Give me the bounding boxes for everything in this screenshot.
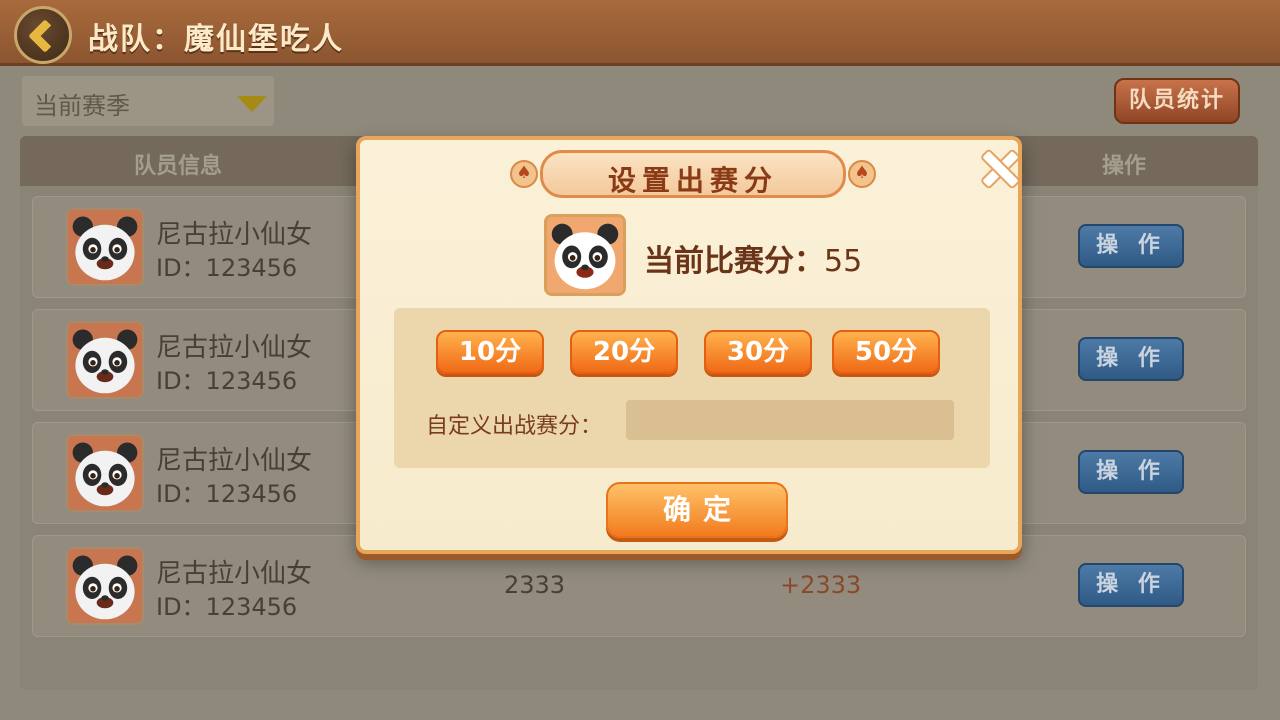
avatar bbox=[544, 214, 626, 296]
close-icon[interactable] bbox=[978, 146, 1018, 186]
dropdown-triangle-icon bbox=[237, 96, 267, 112]
current-score-label: 当前比赛分： bbox=[644, 244, 824, 279]
dialog-title: 设置出赛分 bbox=[607, 164, 778, 197]
back-button[interactable] bbox=[14, 6, 72, 64]
panda-avatar bbox=[68, 323, 142, 397]
member-nickname: 尼古拉小仙女 bbox=[156, 220, 313, 250]
panda-avatar bbox=[547, 217, 623, 293]
panda-avatar bbox=[68, 436, 142, 510]
spade-icon: ♠ bbox=[510, 160, 538, 188]
member-id: ID：123456 bbox=[156, 254, 298, 282]
member-score-delta: +2333 bbox=[780, 571, 862, 599]
dialog-title-plate: 设置出赛分 bbox=[540, 150, 846, 198]
row-action-button[interactable]: 操 作 bbox=[1078, 563, 1184, 607]
panda-avatar bbox=[68, 210, 142, 284]
avatar bbox=[66, 321, 144, 399]
avatar bbox=[66, 208, 144, 286]
member-nickname: 尼古拉小仙女 bbox=[156, 559, 313, 589]
column-header-member-info: 队员信息 bbox=[134, 154, 223, 179]
member-id: ID：123456 bbox=[156, 367, 298, 395]
member-score: 2333 bbox=[504, 571, 566, 599]
row-action-button[interactable]: 操 作 bbox=[1078, 337, 1184, 381]
avatar bbox=[66, 547, 144, 625]
score-chip-50[interactable]: 50分 bbox=[832, 330, 940, 374]
row-action-button[interactable]: 操 作 bbox=[1078, 224, 1184, 268]
back-arrow-icon bbox=[28, 19, 62, 53]
row-action-button[interactable]: 操 作 bbox=[1078, 450, 1184, 494]
avatar bbox=[66, 434, 144, 512]
top-bar: 战队：魔仙堡吃人 bbox=[0, 0, 1280, 66]
set-match-score-dialog: ♠ 设置出赛分 ♠ 当前比赛分：55 10分 20分 30分 50分 自定义出战… bbox=[356, 136, 1022, 554]
score-chip-20[interactable]: 20分 bbox=[570, 330, 678, 374]
current-score-value: 55 bbox=[824, 244, 863, 279]
score-chip-10[interactable]: 10分 bbox=[436, 330, 544, 374]
score-options-panel: 10分 20分 30分 50分 自定义出战赛分： bbox=[394, 308, 990, 468]
member-nickname: 尼古拉小仙女 bbox=[156, 446, 313, 476]
custom-score-label: 自定义出战赛分： bbox=[426, 414, 603, 439]
panda-avatar bbox=[68, 549, 142, 623]
column-header-action: 操作 bbox=[1102, 154, 1147, 179]
score-chip-30[interactable]: 30分 bbox=[704, 330, 812, 374]
season-select[interactable]: 当前赛季 bbox=[22, 76, 274, 126]
custom-score-input[interactable] bbox=[626, 400, 954, 440]
member-id: ID：123456 bbox=[156, 480, 298, 508]
current-score: 当前比赛分：55 bbox=[644, 236, 862, 280]
season-select-value: 当前赛季 bbox=[34, 92, 130, 120]
confirm-button[interactable]: 确定 bbox=[606, 482, 788, 538]
member-id: ID：123456 bbox=[156, 593, 298, 621]
team-title: 战队：魔仙堡吃人 bbox=[88, 22, 344, 57]
spade-icon: ♠ bbox=[848, 160, 876, 188]
member-nickname: 尼古拉小仙女 bbox=[156, 333, 313, 363]
member-stats-button[interactable]: 队员统计 bbox=[1114, 78, 1240, 124]
